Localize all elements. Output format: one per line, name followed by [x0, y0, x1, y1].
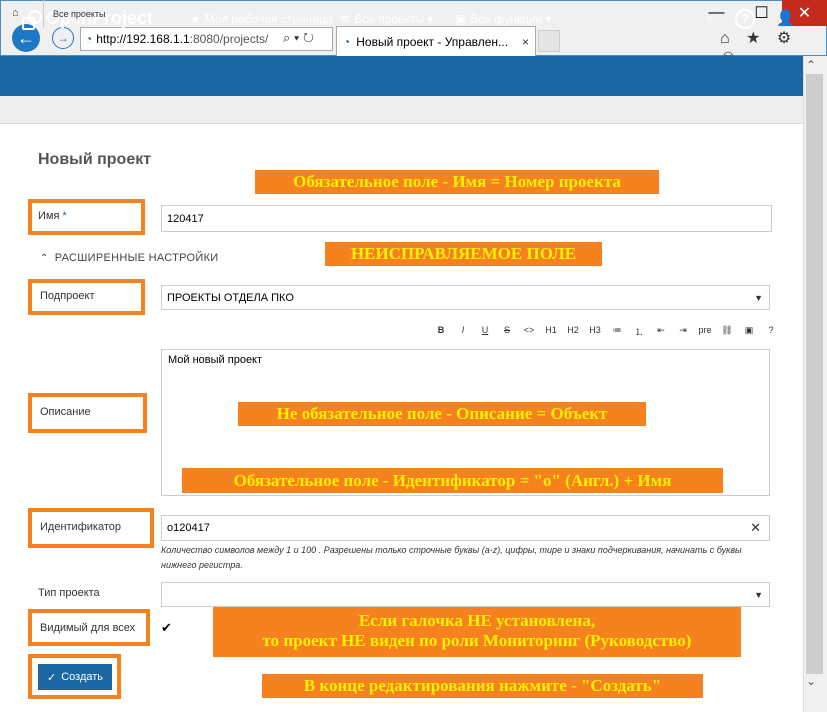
tab-title: Новый проект - Управлен...: [356, 34, 509, 49]
dropdown-arrow-icon: ▼: [754, 292, 763, 303]
advanced-settings-toggle[interactable]: ⌃ РАСШИРЕННЫЕ НАСТРОЙКИ: [40, 252, 219, 264]
new-tab-button[interactable]: [538, 30, 560, 52]
menu-all-projects[interactable]: ≋ Все проекты ▾: [340, 12, 433, 26]
highlight-subproject: [28, 279, 145, 315]
minimize-button[interactable]: —: [694, 0, 739, 26]
annotation-create: В конце редактирования нажмите - "Создат…: [262, 674, 703, 698]
forward-button[interactable]: →: [52, 27, 74, 49]
modules-icon: ▣: [455, 12, 467, 26]
user-icon[interactable]: 👤: [776, 9, 795, 27]
app-header: [0, 56, 803, 96]
image-icon[interactable]: ▣: [738, 325, 760, 338]
menu-my-page[interactable]: ★ Моя рабочая страница: [190, 12, 333, 26]
heading1-icon[interactable]: H1: [540, 325, 562, 338]
menu-label: Моя рабочая страница: [204, 12, 333, 26]
annotation-identifier: Обязательное поле - Идентификатор = "о" …: [182, 468, 723, 493]
preformatted-icon[interactable]: pre: [694, 325, 716, 338]
star-icon: ★: [190, 12, 201, 26]
numbered-list-icon[interactable]: ⒈: [628, 325, 650, 338]
italic-icon[interactable]: I: [452, 325, 474, 338]
heading2-icon[interactable]: H2: [562, 325, 584, 338]
home-icon[interactable]: ⌂: [12, 7, 19, 19]
address-actions[interactable]: ⌕ ▾ ↻: [283, 30, 314, 46]
chevron-up-icon: ⌃: [40, 253, 49, 264]
heading3-icon[interactable]: H3: [584, 325, 606, 338]
link-icon[interactable]: ⛓: [716, 325, 738, 338]
identifier-field[interactable]: o120417 ✕: [161, 515, 770, 541]
code-icon[interactable]: <>: [518, 325, 540, 338]
description-value: Мой новый проект: [168, 354, 263, 366]
menu-label: Все проекты ▾: [354, 12, 434, 26]
annotation-public-line2: то проект НЕ виден по роли Мониторинг (Р…: [262, 631, 692, 650]
dropdown-arrow-icon: ▼: [754, 589, 763, 600]
annotation-description: Не обязательное поле - Описание = Объект: [238, 402, 646, 426]
bullet-list-icon[interactable]: ≔: [606, 325, 628, 338]
identifier-value: o120417: [167, 522, 210, 534]
clear-icon[interactable]: ✕: [750, 520, 761, 536]
arrow-left-icon: ←: [17, 27, 35, 48]
breadcrumb-separator: [30, 0, 44, 28]
highlight-public: [28, 609, 150, 646]
help-icon[interactable]: ?: [760, 325, 782, 338]
search-icon[interactable]: ⌕: [706, 9, 714, 26]
annotation-public-line1: Если галочка НЕ установлена,: [358, 611, 596, 630]
menu-label: Все функции ▾: [470, 12, 552, 26]
breadcrumb-all-projects[interactable]: Все проекты: [53, 9, 106, 19]
tab-close-icon[interactable]: ×: [522, 35, 529, 49]
stack-icon: ≋: [340, 12, 351, 26]
highlight-create: [28, 654, 121, 699]
identifier-hint: Количество символов между 1 и 100 . Разр…: [161, 545, 742, 570]
underline-icon[interactable]: U: [474, 325, 496, 338]
site-icon: ◔: [85, 32, 93, 46]
outdent-icon[interactable]: ⇤: [650, 325, 672, 338]
highlight-identifier: [28, 508, 154, 548]
indent-icon[interactable]: ⇥: [672, 325, 694, 338]
project-type-label: Тип проекта: [38, 587, 100, 599]
editor-toolbar: B I U S <> H1 H2 H3 ≔ ⒈ ⇤ ⇥ pre ⛓ ▣ ?: [430, 325, 782, 338]
bold-icon[interactable]: B: [430, 325, 452, 338]
subproject-value: ПРОЕКТЫ ОТДЕЛА ПКО: [167, 291, 294, 304]
arrow-right-icon: →: [57, 31, 69, 45]
highlight-description: [28, 393, 147, 433]
annotation-name: Обязательное поле - Имя = Номер проекта: [255, 170, 659, 194]
annotation-subproject: НЕИСПРАВЛЯЕМОЕ ПОЛЕ: [325, 242, 602, 266]
name-field[interactable]: 120417: [161, 205, 772, 232]
address-path: :8080/projects/: [189, 32, 269, 46]
menu-all-modules[interactable]: ▣ Все функции ▾: [455, 12, 552, 26]
page-title: Новый проект: [38, 151, 152, 168]
highlight-name: [28, 199, 145, 235]
address-host: http://192.168.1.1: [96, 32, 190, 46]
breadcrumb: [0, 96, 803, 124]
openproject-favicon-icon: ◔: [343, 34, 351, 49]
scroll-down-icon[interactable]: ⌄: [806, 674, 816, 688]
annotation-public: Если галочка НЕ установлена, то проект Н…: [213, 607, 741, 657]
subproject-select[interactable]: ПРОЕКТЫ ОТДЕЛА ПКО ▼: [161, 285, 770, 310]
strikethrough-icon[interactable]: S: [496, 325, 518, 338]
browser-tab[interactable]: ◔ Новый проект - Управлен... ×: [336, 26, 536, 56]
name-value: 120417: [167, 212, 204, 225]
scroll-up-icon[interactable]: ⌃: [806, 58, 816, 72]
public-checkbox[interactable]: ✔: [161, 620, 172, 636]
help-icon[interactable]: ?: [735, 9, 755, 29]
scroll-thumb[interactable]: [806, 74, 823, 674]
project-type-select[interactable]: ▼: [161, 582, 770, 607]
advanced-settings-label: РАСШИРЕННЫЕ НАСТРОЙКИ: [54, 252, 219, 264]
